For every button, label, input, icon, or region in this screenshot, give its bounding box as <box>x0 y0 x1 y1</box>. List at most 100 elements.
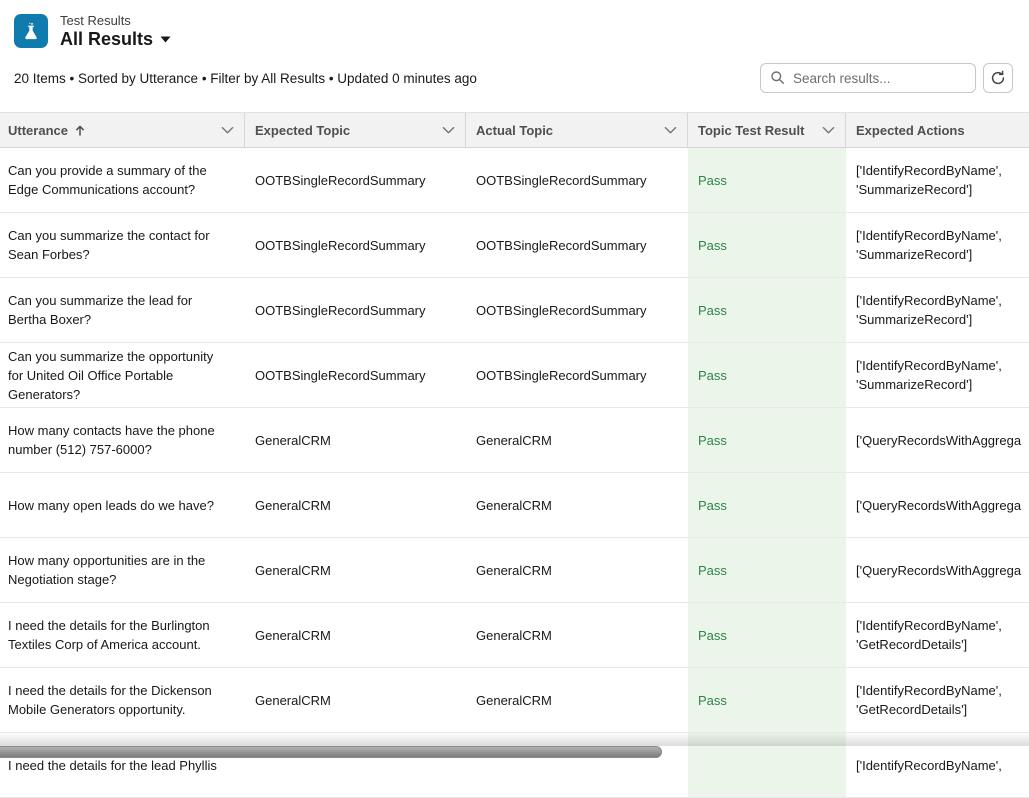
utterance-text: Can you summarize the opportunity for Un… <box>8 347 229 404</box>
expected-topic-text: GeneralCRM <box>255 431 331 450</box>
cell-actual-topic: OOTBSingleRecordSummary <box>466 278 688 342</box>
cell-actual-topic: OOTBSingleRecordSummary <box>466 213 688 277</box>
table-row: How many open leads do we have? GeneralC… <box>0 473 1029 538</box>
chevron-down-icon[interactable] <box>664 126 677 134</box>
cell-expected-actions: ['IdentifyRecordByName', 'SummarizeRecor… <box>846 343 1029 407</box>
topic-test-result-text: Pass <box>698 691 727 710</box>
flask-icon <box>21 21 41 42</box>
expected-topic-text: GeneralCRM <box>255 561 331 580</box>
horizontal-scrollbar-thumb[interactable] <box>0 746 662 758</box>
column-header-expected-actions[interactable]: Expected Actions <box>846 113 1029 147</box>
table-row: I need the details for the Dickenson Mob… <box>0 668 1029 733</box>
column-header-expected-topic[interactable]: Expected Topic <box>245 113 466 147</box>
utterance-text: I need the details for the Burlington Te… <box>8 616 229 654</box>
expected-actions-text: ['IdentifyRecordByName', 'SummarizeRecor… <box>856 226 1029 264</box>
actual-topic-text: GeneralCRM <box>476 691 552 710</box>
cell-utterance: I need the details for the lead Phyllis <box>0 733 245 797</box>
expected-topic-text: OOTBSingleRecordSummary <box>255 236 426 255</box>
chevron-down-icon[interactable] <box>221 126 234 134</box>
cell-expected-topic: OOTBSingleRecordSummary <box>245 148 466 212</box>
cell-expected-topic: GeneralCRM <box>245 538 466 602</box>
cell-utterance: Can you summarize the lead for Bertha Bo… <box>0 278 245 342</box>
column-header-actual-topic[interactable]: Actual Topic <box>466 113 688 147</box>
table-row: I need the details for the lead Phyllis … <box>0 733 1029 798</box>
expected-topic-text: OOTBSingleRecordSummary <box>255 171 426 190</box>
cell-expected-topic <box>245 733 466 797</box>
utterance-text: How many contacts have the phone number … <box>8 421 229 459</box>
expected-topic-text: GeneralCRM <box>255 496 331 515</box>
cell-topic-test-result: Pass <box>688 343 846 407</box>
topic-test-result-text: Pass <box>698 496 727 515</box>
column-label: Topic Test Result <box>698 123 804 138</box>
refresh-button[interactable] <box>983 63 1013 93</box>
table-row: Can you provide a summary of the Edge Co… <box>0 148 1029 213</box>
test-results-icon <box>14 14 48 48</box>
cell-expected-topic: OOTBSingleRecordSummary <box>245 213 466 277</box>
search-box <box>760 63 976 93</box>
expected-actions-text: ['IdentifyRecordByName', 'GetRecordDetai… <box>856 616 1029 654</box>
expected-actions-text: ['QueryRecordsWithAggrega <box>856 431 1029 450</box>
cell-expected-actions: ['IdentifyRecordByName', 'SummarizeRecor… <box>846 278 1029 342</box>
utterance-text: Can you summarize the contact for Sean F… <box>8 226 229 264</box>
topic-test-result-text: Pass <box>698 171 727 190</box>
utterance-text: How many opportunities are in the Negoti… <box>8 551 229 589</box>
cell-actual-topic <box>466 733 688 797</box>
expected-topic-text: OOTBSingleRecordSummary <box>255 366 426 385</box>
cell-actual-topic: OOTBSingleRecordSummary <box>466 148 688 212</box>
cell-topic-test-result: Pass <box>688 473 846 537</box>
expected-actions-text: ['QueryRecordsWithAggrega <box>856 561 1029 580</box>
cell-utterance: I need the details for the Burlington Te… <box>0 603 245 667</box>
cell-utterance: Can you summarize the opportunity for Un… <box>0 343 245 407</box>
cell-expected-actions: ['QueryRecordsWithAggrega <box>846 473 1029 537</box>
search-input[interactable] <box>760 63 976 93</box>
topic-test-result-text: Pass <box>698 236 727 255</box>
sort-ascending-icon <box>74 124 86 137</box>
caret-down-icon <box>160 36 171 43</box>
utterance-text: How many open leads do we have? <box>8 496 214 515</box>
cell-topic-test-result <box>688 733 846 797</box>
topic-test-result-text: Pass <box>698 561 727 580</box>
actual-topic-text: OOTBSingleRecordSummary <box>476 301 647 320</box>
expected-actions-text: ['QueryRecordsWithAggrega <box>856 496 1029 515</box>
list-summary: 20 Items • Sorted by Utterance • Filter … <box>14 71 477 86</box>
table-row: How many contacts have the phone number … <box>0 408 1029 473</box>
topic-test-result-text: Pass <box>698 301 727 320</box>
expected-actions-text: ['IdentifyRecordByName', 'SummarizeRecor… <box>856 161 1029 199</box>
refresh-icon <box>990 70 1006 86</box>
cell-utterance: How many opportunities are in the Negoti… <box>0 538 245 602</box>
chevron-down-icon[interactable] <box>822 126 835 134</box>
cell-expected-actions: ['IdentifyRecordByName', 'SummarizeRecor… <box>846 148 1029 212</box>
cell-expected-actions: ['IdentifyRecordByName', <box>846 733 1029 797</box>
list-view-selector[interactable]: All Results <box>60 29 171 49</box>
cell-topic-test-result: Pass <box>688 538 846 602</box>
cell-utterance: How many contacts have the phone number … <box>0 408 245 472</box>
cell-expected-actions: ['IdentifyRecordByName', 'SummarizeRecor… <box>846 213 1029 277</box>
expected-topic-text: GeneralCRM <box>255 626 331 645</box>
cell-expected-actions: ['QueryRecordsWithAggrega <box>846 408 1029 472</box>
actual-topic-text: GeneralCRM <box>476 431 552 450</box>
list-view-label: All Results <box>60 29 153 49</box>
cell-expected-topic: GeneralCRM <box>245 603 466 667</box>
expected-actions-text: ['IdentifyRecordByName', 'SummarizeRecor… <box>856 291 1029 329</box>
cell-utterance: Can you summarize the contact for Sean F… <box>0 213 245 277</box>
actual-topic-text: OOTBSingleRecordSummary <box>476 366 647 385</box>
table-row: Can you summarize the contact for Sean F… <box>0 213 1029 278</box>
table-row: Can you summarize the lead for Bertha Bo… <box>0 278 1029 343</box>
expected-actions-text: ['IdentifyRecordByName', <box>856 756 1029 775</box>
cell-expected-topic: GeneralCRM <box>245 408 466 472</box>
expected-actions-text: ['IdentifyRecordByName', 'GetRecordDetai… <box>856 681 1029 719</box>
column-label: Expected Actions <box>856 123 965 138</box>
column-header-topic-test-result[interactable]: Topic Test Result <box>688 113 846 147</box>
chevron-down-icon[interactable] <box>442 126 455 134</box>
column-header-utterance[interactable]: Utterance <box>0 113 245 147</box>
topic-test-result-text: Pass <box>698 366 727 385</box>
utterance-text: Can you summarize the lead for Bertha Bo… <box>8 291 229 329</box>
actual-topic-text: GeneralCRM <box>476 496 552 515</box>
cell-expected-topic: OOTBSingleRecordSummary <box>245 343 466 407</box>
utterance-text: I need the details for the Dickenson Mob… <box>8 681 229 719</box>
cell-utterance: How many open leads do we have? <box>0 473 245 537</box>
cell-actual-topic: GeneralCRM <box>466 603 688 667</box>
cell-utterance: I need the details for the Dickenson Mob… <box>0 668 245 732</box>
column-label: Actual Topic <box>476 123 553 138</box>
table-row: I need the details for the Burlington Te… <box>0 603 1029 668</box>
